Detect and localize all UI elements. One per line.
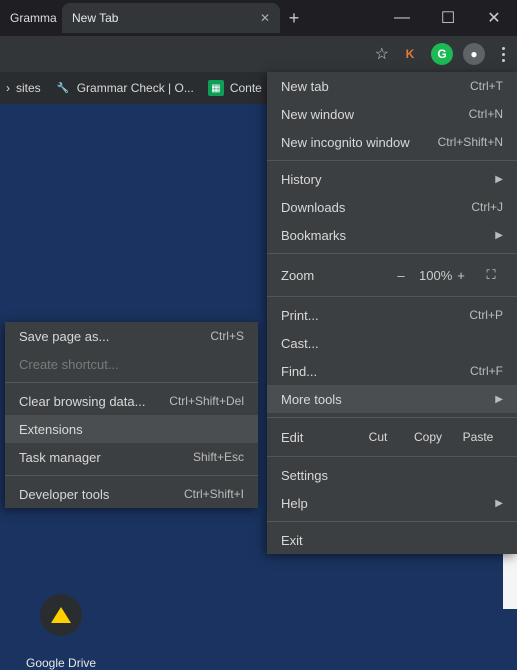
edit-cut[interactable]: Cut (353, 430, 403, 444)
separator (267, 296, 517, 297)
submenu-developer-tools[interactable]: Developer toolsCtrl+Shift+I (5, 480, 258, 508)
extension-grammarly-icon[interactable]: G (431, 43, 453, 65)
submenu-task-manager[interactable]: Task managerShift+Esc (5, 443, 258, 471)
menu-more-tools[interactable]: More tools▶ (267, 385, 517, 413)
zoom-value: 100% (419, 268, 443, 283)
chevron-right-icon: ▶ (495, 498, 503, 509)
bookmark-label: Grammar Check | O... (77, 81, 194, 95)
submenu-extensions[interactable]: Extensions (5, 415, 258, 443)
submenu-save-page[interactable]: Save page as...Ctrl+S (5, 322, 258, 350)
separator (267, 160, 517, 161)
chevron-right-icon: ▶ (495, 174, 503, 185)
menu-edit: Edit Cut Copy Paste (267, 422, 517, 452)
separator (267, 456, 517, 457)
zoom-out-button[interactable]: – (389, 268, 413, 283)
menu-cast[interactable]: Cast... (267, 329, 517, 357)
close-window-button[interactable]: ✕ (471, 0, 517, 36)
edit-copy[interactable]: Copy (403, 430, 453, 444)
submenu-create-shortcut: Create shortcut... (5, 350, 258, 378)
separator (267, 417, 517, 418)
zoom-in-button[interactable]: + (449, 268, 473, 283)
bookmark-grammar-check[interactable]: 🔧 Grammar Check | O... (55, 80, 194, 96)
chevron-right-icon: ▶ (495, 230, 503, 241)
extension-k-icon[interactable]: K (399, 43, 421, 65)
tab-title: Gramma (10, 11, 57, 25)
bookmark-label: sites (16, 81, 41, 95)
submenu-clear-data[interactable]: Clear browsing data...Ctrl+Shift+Del (5, 387, 258, 415)
chrome-menu: New tabCtrl+T New windowCtrl+N New incog… (267, 72, 517, 554)
bookmark-star-icon[interactable]: ☆ (375, 44, 389, 64)
chevron-right-icon: ▶ (495, 394, 503, 405)
tab-strip: Gramma ✕ New Tab ✕ + — ☐ ✕ (0, 0, 517, 36)
separator (267, 253, 517, 254)
separator (5, 382, 258, 383)
bookmark-label: Conte (230, 81, 262, 95)
menu-help[interactable]: Help▶ (267, 489, 517, 517)
separator (5, 475, 258, 476)
fullscreen-icon[interactable]: ⛶ (479, 267, 503, 283)
shortcut-google-drive[interactable]: Google Drive (26, 594, 96, 670)
window-controls: — ☐ ✕ (379, 0, 517, 36)
tab-new-tab[interactable]: New Tab ✕ (62, 3, 280, 33)
toolbar: ☆ K G ● (0, 36, 517, 72)
menu-history[interactable]: History▶ (267, 165, 517, 193)
menu-bookmarks[interactable]: Bookmarks▶ (267, 221, 517, 249)
menu-new-tab[interactable]: New tabCtrl+T (267, 72, 517, 100)
edit-paste[interactable]: Paste (453, 430, 503, 444)
menu-exit[interactable]: Exit (267, 526, 517, 554)
menu-settings[interactable]: Settings (267, 461, 517, 489)
more-tools-submenu: Save page as...Ctrl+S Create shortcut...… (5, 322, 258, 508)
tab-title: New Tab (72, 11, 118, 25)
minimize-button[interactable]: — (379, 0, 425, 36)
menu-zoom: Zoom – 100% + ⛶ (267, 258, 517, 292)
menu-new-window[interactable]: New windowCtrl+N (267, 100, 517, 128)
menu-kebab-icon[interactable] (495, 47, 511, 62)
menu-find[interactable]: Find...Ctrl+F (267, 357, 517, 385)
maximize-button[interactable]: ☐ (425, 0, 471, 36)
drive-icon (40, 594, 82, 636)
bookmark-sites[interactable]: ›sites (6, 81, 41, 95)
close-icon[interactable]: ✕ (260, 11, 270, 25)
separator (267, 521, 517, 522)
profile-avatar[interactable]: ● (463, 43, 485, 65)
favicon: 🔧 (55, 80, 71, 96)
new-tab-button[interactable]: + (280, 4, 308, 32)
menu-print[interactable]: Print...Ctrl+P (267, 301, 517, 329)
tab-grammar[interactable]: Gramma ✕ (0, 3, 62, 33)
menu-incognito[interactable]: New incognito windowCtrl+Shift+N (267, 128, 517, 156)
bookmark-conte[interactable]: ▦ Conte (208, 80, 262, 96)
shortcut-label: Google Drive (26, 656, 96, 670)
menu-downloads[interactable]: DownloadsCtrl+J (267, 193, 517, 221)
favicon: ▦ (208, 80, 224, 96)
